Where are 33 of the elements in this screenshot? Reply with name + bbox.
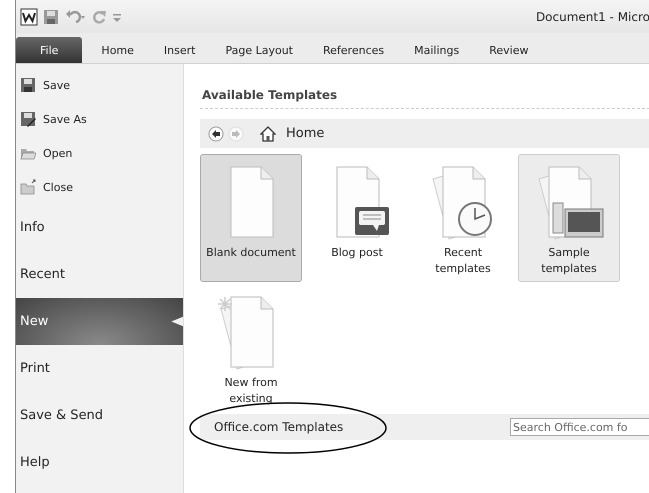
section-title: Office.com Templates	[214, 420, 344, 434]
ribbon-tab[interactable]: Review	[474, 37, 544, 63]
search-field[interactable]: Search Office.com fo	[510, 418, 649, 436]
menu-item[interactable]: Save As	[16, 102, 87, 136]
folder-icon[interactable]	[20, 179, 36, 195]
menu-item[interactable]: Info	[16, 204, 183, 251]
template-tile[interactable]: Blank document	[200, 154, 302, 282]
menu-item[interactable]: Open	[16, 136, 72, 170]
menu-item[interactable]: Print	[16, 345, 183, 392]
ribbon-tab[interactable]: Mailings	[399, 37, 474, 63]
menu-item[interactable]: Recent	[16, 251, 183, 298]
save-as-icon[interactable]	[20, 111, 36, 127]
template-tile[interactable]: Blog post	[306, 154, 408, 282]
menu-item[interactable]: New	[16, 298, 183, 345]
ribbon-tab[interactable]: Home	[86, 37, 149, 63]
template-tile[interactable]: Recent templates	[412, 154, 514, 282]
menu-item[interactable]: Save	[16, 68, 70, 102]
save-icon[interactable]	[20, 77, 36, 93]
template-tile[interactable]: Sample templates	[518, 154, 620, 282]
save-icon[interactable]	[43, 8, 59, 24]
ribbon-tab[interactable]: File	[16, 37, 82, 63]
ribbon-tab[interactable]: Page Layout	[210, 37, 308, 63]
section-heading: Available Templates	[200, 88, 649, 109]
menu-item[interactable]: Save & Send	[16, 392, 183, 439]
window-title: Document1 - Micro	[536, 10, 649, 24]
ribbon-tab[interactable]: Insert	[148, 37, 210, 63]
template-tile[interactable]: New from existing	[200, 284, 302, 412]
menu-item[interactable]: Close	[16, 170, 73, 204]
word-logo-icon[interactable]	[20, 8, 38, 26]
home-icon[interactable]	[260, 126, 276, 142]
breadcrumb-link[interactable]: Home	[286, 126, 324, 141]
ribbon-tab[interactable]: References	[308, 37, 400, 63]
menu-item[interactable]: Help	[16, 439, 183, 486]
